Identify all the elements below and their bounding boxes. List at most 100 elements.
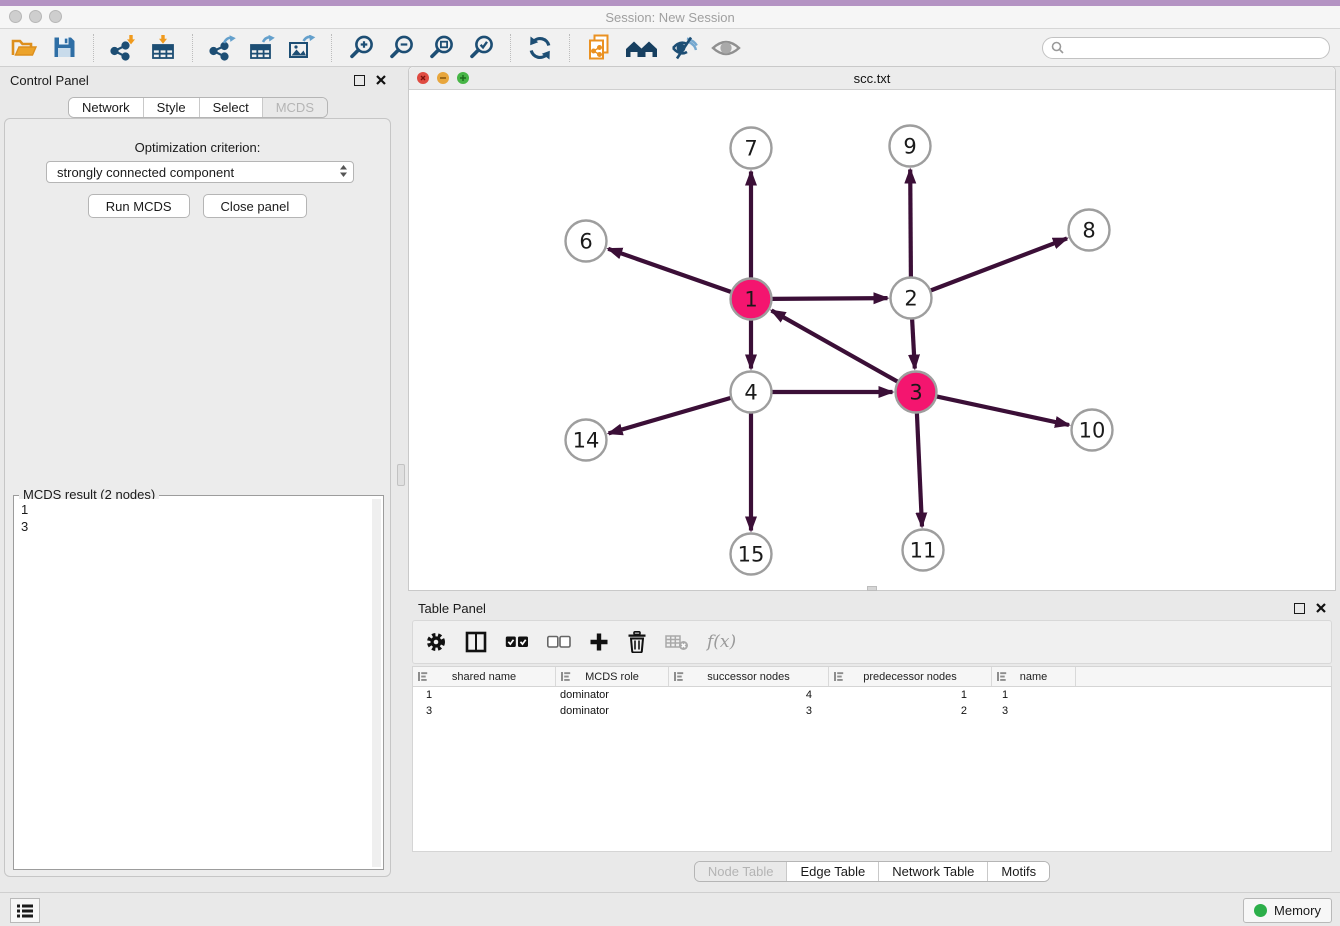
float-panel-icon[interactable] [1294,603,1305,614]
select-all-icon[interactable] [505,635,529,649]
table-cell[interactable]: 2 [829,705,992,717]
table-toolbar: f(x) [412,620,1332,664]
add-column-icon[interactable] [589,632,609,652]
save-session-icon[interactable] [53,36,76,59]
close-window-icon[interactable] [9,10,22,23]
minimize-view-icon[interactable] [437,72,449,84]
node-8[interactable]: 8 [1069,210,1110,251]
tab-mcds[interactable]: MCDS [263,98,327,117]
result-scrollbar[interactable] [372,499,381,867]
table-row[interactable]: 3dominator323 [413,703,1331,719]
optimization-criterion-label: Optimization criterion: [5,140,390,155]
node-15[interactable]: 15 [731,534,772,575]
table-row[interactable]: 1dominator411 [413,687,1331,703]
table-cell[interactable]: 1 [829,689,992,701]
table-cell[interactable]: 3 [413,705,556,717]
table-tabs-row: Node TableEdge TableNetwork TableMotifs [408,861,1336,882]
function-builder-icon[interactable]: f(x) [707,632,736,652]
show-graphics-details-icon[interactable] [711,37,741,59]
task-list-icon [16,903,34,919]
hide-graphics-details-icon[interactable] [671,36,699,60]
memory-button[interactable]: Memory [1243,898,1332,923]
node-14[interactable]: 14 [566,420,607,461]
split-panel-icon[interactable] [465,631,487,653]
node-3[interactable]: 3 [896,372,937,413]
svg-text:14: 14 [573,429,600,453]
table-cell[interactable]: 1 [992,689,1076,701]
table-cell[interactable]: 4 [669,689,829,701]
tab-style[interactable]: Style [144,98,200,117]
table-tab-edge-table[interactable]: Edge Table [787,862,879,881]
edge-4-14[interactable] [609,398,731,434]
home-icon[interactable] [625,36,659,60]
edge-2-3[interactable] [912,319,915,369]
zoom-view-icon[interactable] [457,72,469,84]
close-panel-icon[interactable] [1316,603,1326,613]
table-cell[interactable]: 3 [669,705,829,717]
gear-icon[interactable] [425,631,447,653]
mcds-result-text[interactable]: 1 3 [16,499,371,867]
refresh-icon[interactable] [527,35,553,61]
node-11[interactable]: 11 [903,530,944,571]
edge-3-10[interactable] [937,396,1070,425]
zoom-in-icon[interactable] [348,34,375,61]
zoom-fit-icon[interactable] [428,34,455,61]
node-7[interactable]: 7 [731,128,772,169]
deselect-all-icon[interactable] [547,635,571,649]
table-cell[interactable]: dominator [556,689,669,701]
close-view-icon[interactable] [417,72,429,84]
delete-column-icon[interactable] [627,631,647,653]
search-box[interactable] [1042,37,1330,59]
run-mcds-button[interactable]: Run MCDS [88,194,190,218]
table-cell[interactable]: 1 [413,689,556,701]
open-file-icon[interactable] [11,36,38,60]
export-image-icon[interactable] [288,35,316,61]
edge-2-8[interactable] [931,238,1067,290]
table-tab-network-table[interactable]: Network Table [879,862,988,881]
task-history-button[interactable] [10,898,40,923]
node-2[interactable]: 2 [891,278,932,319]
column-header-shared-name[interactable]: shared name [413,667,556,686]
delete-table-icon[interactable] [665,633,689,651]
edge-2-9[interactable] [910,170,911,278]
toolbar-separator [192,34,193,62]
node-1[interactable]: 1 [731,279,772,320]
svg-text:3: 3 [909,381,922,405]
table-tab-motifs[interactable]: Motifs [988,862,1049,881]
table-cell[interactable]: 3 [992,705,1076,717]
import-network-icon[interactable] [110,35,136,61]
tab-select[interactable]: Select [200,98,263,117]
node-6[interactable]: 6 [566,221,607,262]
table-cell[interactable]: dominator [556,705,669,717]
search-input[interactable] [1069,40,1321,56]
minimize-window-icon[interactable] [29,10,42,23]
table-tab-node-table[interactable]: Node Table [695,862,788,881]
import-table-icon[interactable] [150,35,176,61]
column-header-name[interactable]: name [992,667,1076,686]
resize-grip[interactable] [867,586,877,591]
column-header-successor-nodes[interactable]: successor nodes [669,667,829,686]
zoom-selected-icon[interactable] [468,34,495,61]
criterion-dropdown[interactable]: strongly connected component [46,161,354,183]
edge-3-11[interactable] [917,413,922,527]
tab-network[interactable]: Network [69,98,144,117]
node-10[interactable]: 10 [1072,410,1113,451]
edge-1-6[interactable] [608,249,731,292]
zoom-out-icon[interactable] [388,34,415,61]
column-header-mcds-role[interactable]: MCDS role [556,667,669,686]
duplicate-network-icon[interactable] [587,34,611,61]
edge-1-2[interactable] [772,298,888,299]
column-header-predecessor-nodes[interactable]: predecessor nodes [829,667,992,686]
export-table-icon[interactable] [249,35,276,61]
edge-3-1[interactable] [772,311,898,382]
close-panel-icon[interactable] [376,75,386,85]
network-canvas[interactable]: 7 9 6 8 1 2 4 3 14 10 15 11 [409,90,1335,591]
toolbar-separator [569,34,570,62]
node-4[interactable]: 4 [731,372,772,413]
zoom-window-icon[interactable] [49,10,62,23]
node-9[interactable]: 9 [890,126,931,167]
panel-splitter-handle[interactable] [397,464,405,486]
close-panel-button[interactable]: Close panel [203,194,308,218]
float-panel-icon[interactable] [354,75,365,86]
export-network-icon[interactable] [209,35,236,61]
